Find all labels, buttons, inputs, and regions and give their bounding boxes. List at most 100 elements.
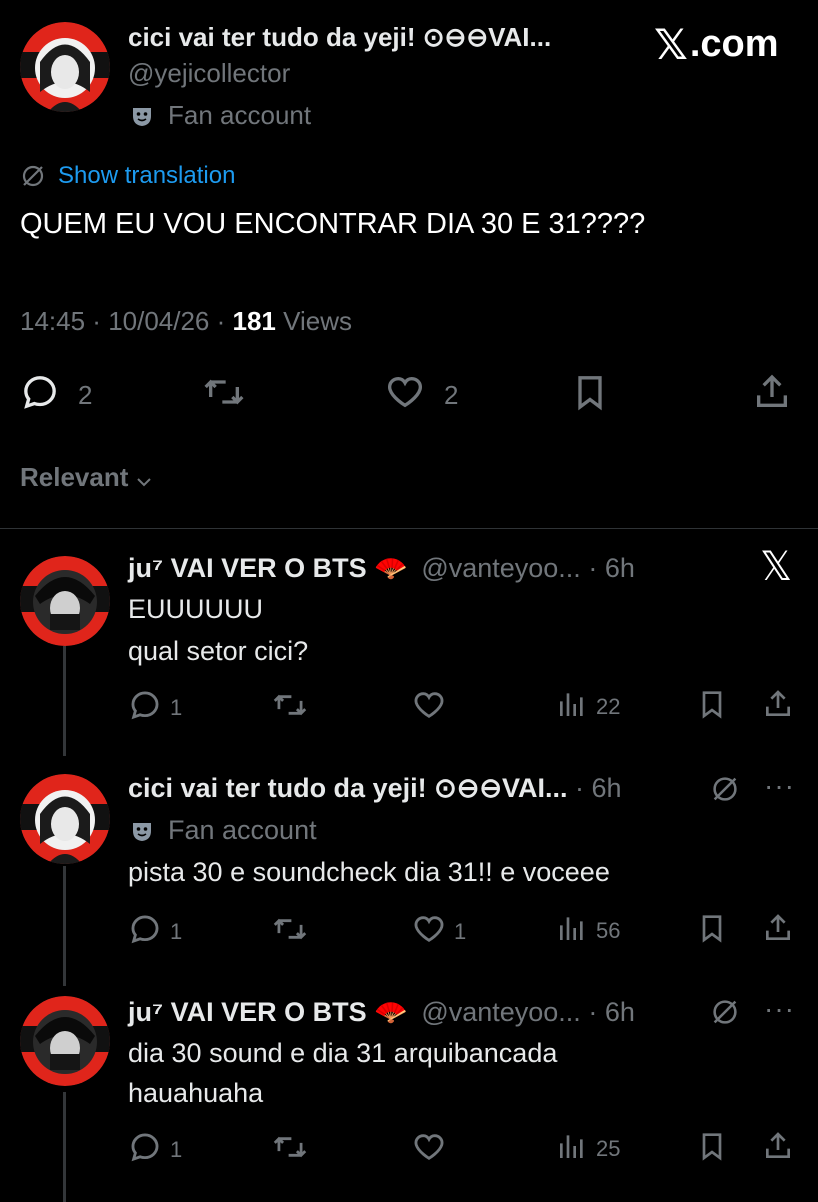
author-name[interactable]: ju⁷ VAI VER O BTS 🪭 <box>128 997 408 1027</box>
avatar[interactable] <box>20 22 110 112</box>
more-options-icon[interactable]: ··· <box>764 770 795 802</box>
avatar[interactable] <box>20 556 110 646</box>
watermark-text: .com <box>689 23 779 65</box>
translate-icon[interactable] <box>710 774 740 804</box>
mask-icon <box>130 104 154 128</box>
mask-icon <box>130 819 154 843</box>
heart-icon <box>412 688 446 728</box>
share-button[interactable] <box>762 912 794 949</box>
thread-line <box>63 646 66 756</box>
reply-icon <box>128 912 162 952</box>
post-text: QUEM EU VOU ENCONTRAR DIA 30 E 31???? <box>20 208 646 240</box>
post-date[interactable]: 10/04/26 <box>108 306 209 336</box>
bookmark-button[interactable] <box>570 372 610 417</box>
translation-label[interactable]: Show translation <box>58 162 235 190</box>
like-button[interactable]: 2 <box>384 372 458 419</box>
avatar[interactable] <box>20 996 110 1086</box>
author-handle[interactable]: @vanteyoo... <box>421 997 581 1027</box>
like-count: 2 <box>444 380 459 410</box>
view-count: 25 <box>596 1136 621 1161</box>
show-translation-link[interactable]: Show translation <box>20 162 235 190</box>
reply-header: ju⁷ VAI VER O BTS 🪭 @vanteyoo... · 6h <box>128 997 635 1027</box>
reply-count: 1 <box>170 695 183 720</box>
repost-icon <box>272 912 308 951</box>
repost-button[interactable] <box>202 372 246 417</box>
reply-text-line-1: EUUUUUU <box>128 594 263 624</box>
reply-header: cici vai ter tudo da yeji! ⊙⊖⊖VAI... · 6… <box>128 773 622 803</box>
repost-button[interactable] <box>272 1130 308 1169</box>
reply-icon <box>128 688 162 728</box>
badge-label: Fan account <box>168 815 317 845</box>
translate-icon[interactable] <box>710 997 740 1027</box>
sort-dropdown[interactable]: Relevant <box>20 462 154 493</box>
reply-button[interactable]: 2 <box>20 372 92 419</box>
analytics-icon <box>556 1130 588 1168</box>
share-icon <box>752 372 792 417</box>
bookmark-button[interactable] <box>696 1130 728 1167</box>
bookmark-button[interactable] <box>696 912 728 949</box>
reply-header: ju⁷ VAI VER O BTS 🪭 @vanteyoo... · 6h <box>128 553 635 583</box>
reply-button[interactable]: 1 <box>128 912 182 952</box>
views-button[interactable]: 25 <box>556 1130 620 1168</box>
fan-account-badge: Fan account <box>130 100 311 131</box>
avatar[interactable] <box>20 774 110 864</box>
bookmark-icon <box>570 372 610 417</box>
author-name[interactable]: cici vai ter tudo da yeji! ⊙⊖⊖VAI... <box>128 22 551 53</box>
bookmark-icon <box>696 912 728 949</box>
repost-button[interactable] <box>272 688 308 727</box>
chevron-down-icon <box>134 468 154 488</box>
share-button[interactable] <box>762 1130 794 1167</box>
reply-text-line-2: qual setor cici? <box>128 636 309 666</box>
x-logo-icon: 𝕏 <box>654 20 688 69</box>
post-meta: 14:45 · 10/04/26 · 181 Views <box>20 306 353 336</box>
views-button[interactable]: 22 <box>556 688 620 726</box>
reply-text-line-1: pista 30 e soundcheck dia 31!! e voceee <box>128 857 610 887</box>
like-button[interactable]: 1 <box>412 912 466 952</box>
views-button[interactable]: 56 <box>556 912 620 950</box>
author-name[interactable]: ju⁷ VAI VER O BTS 🪭 <box>128 553 408 583</box>
reply-time[interactable]: 6h <box>605 553 635 583</box>
thread-line <box>63 1092 66 1202</box>
views-count: 181 <box>232 306 276 336</box>
badge-label: Fan account <box>168 100 312 130</box>
x-logo-icon: 𝕏 <box>760 544 793 590</box>
share-button[interactable] <box>752 372 792 417</box>
repost-icon <box>272 1130 308 1169</box>
share-button[interactable] <box>762 688 794 725</box>
repost-icon <box>202 372 246 417</box>
divider <box>0 528 818 529</box>
repost-icon <box>272 688 308 727</box>
views-label: Views <box>283 306 353 336</box>
reply-button[interactable]: 1 <box>128 1130 182 1170</box>
reply-text-line-2: hauahuaha <box>128 1078 264 1108</box>
like-button[interactable] <box>412 688 454 728</box>
bookmark-button[interactable] <box>696 688 728 725</box>
reply-time[interactable]: 6h <box>605 997 635 1027</box>
view-count: 56 <box>596 918 621 943</box>
repost-button[interactable] <box>272 912 308 951</box>
thread-line <box>63 866 66 986</box>
author-name[interactable]: cici vai ter tudo da yeji! ⊙⊖⊖VAI... <box>128 773 567 803</box>
heart-icon <box>412 912 446 952</box>
reply-count: 2 <box>78 380 93 410</box>
post-time: 14:45 <box>20 306 86 336</box>
author-handle[interactable]: @vanteyoo... <box>421 553 581 583</box>
more-options-icon[interactable]: ··· <box>764 993 795 1025</box>
share-icon <box>762 912 794 949</box>
analytics-icon <box>556 912 588 950</box>
reply-time[interactable]: 6h <box>591 773 621 803</box>
reply-count: 1 <box>170 919 183 944</box>
view-count: 22 <box>596 694 621 719</box>
author-handle[interactable]: @yejicollector <box>128 58 290 89</box>
like-button[interactable] <box>412 1130 454 1170</box>
like-count: 1 <box>454 919 467 944</box>
reply-button[interactable]: 1 <box>128 688 182 728</box>
x-logo-watermark: 𝕏 .com <box>654 20 779 69</box>
translate-icon <box>20 163 46 189</box>
sort-label: Relevant <box>20 462 129 492</box>
bookmark-icon <box>696 688 728 725</box>
heart-icon <box>412 1130 446 1170</box>
reply-icon <box>20 372 60 419</box>
heart-icon <box>384 372 426 419</box>
share-icon <box>762 688 794 725</box>
